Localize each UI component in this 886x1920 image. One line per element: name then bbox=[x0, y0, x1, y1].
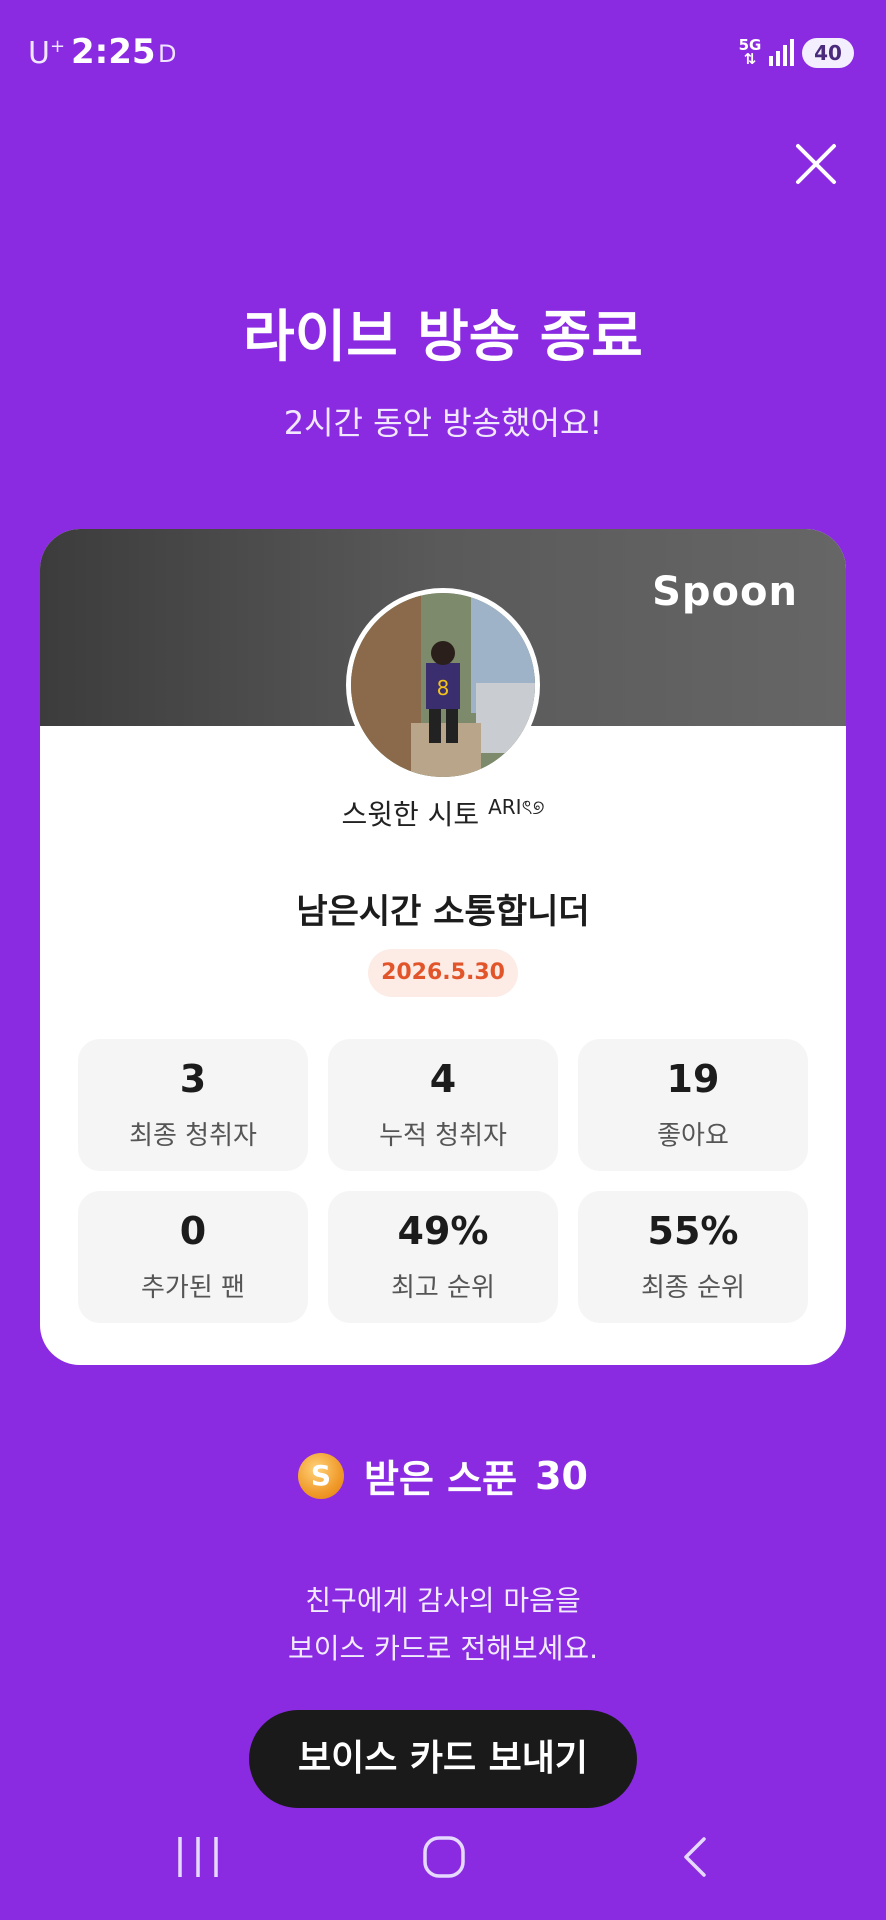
date-badge: 2026.5.30 bbox=[368, 949, 518, 997]
status-bar: U+ 2:25 D 5G ⇅ 40 bbox=[0, 0, 886, 108]
stat-value: 3 bbox=[179, 1057, 207, 1101]
spoon-logo: Spoon bbox=[652, 569, 798, 615]
thanks-line-1: 친구에게 감사의 마음을 bbox=[305, 1584, 581, 1617]
host-nickname: 스윗한 시토 ARIৎ୭ bbox=[341, 795, 545, 831]
signal-icon bbox=[769, 39, 794, 66]
svg-text:8: 8 bbox=[437, 676, 450, 700]
stat-value: 19 bbox=[666, 1057, 720, 1101]
thanks-message: 친구에게 감사의 마음을 보이스 카드로 전해보세요. bbox=[0, 1577, 886, 1673]
carrier-label: U+ bbox=[28, 36, 66, 71]
stat-label: 최고 순위 bbox=[391, 1273, 495, 1303]
live-title: 남은시간 소통합니더 bbox=[296, 892, 590, 932]
stat-total-listeners: 4 누적 청취자 bbox=[328, 1039, 558, 1171]
stat-best-rank: 49% 최고 순위 bbox=[328, 1191, 558, 1323]
stat-value: 55% bbox=[647, 1209, 739, 1253]
received-spoons: S 받은 스푼 30 bbox=[0, 1448, 886, 1503]
dnd-indicator: D bbox=[158, 40, 177, 68]
stat-final-rank: 55% 최종 순위 bbox=[578, 1191, 808, 1323]
stat-final-listeners: 3 최종 청취자 bbox=[78, 1039, 308, 1171]
avatar: 8 bbox=[346, 588, 540, 782]
stat-label: 최종 청취자 bbox=[129, 1121, 257, 1151]
broadcast-summary-card: Spoon 8 스윗한 시토 ARIৎ୭ 남은시간 소통합니더 2026.5.3… bbox=[40, 529, 846, 1365]
broadcast-duration: 2시간 동안 방송했어요! bbox=[283, 404, 603, 442]
stat-new-fans: 0 추가된 팬 bbox=[78, 1191, 308, 1323]
home-icon[interactable] bbox=[422, 1835, 466, 1879]
stats-grid: 3 최종 청취자 4 누적 청취자 19 좋아요 0 추가된 팬 49% 최고 … bbox=[78, 1039, 810, 1323]
status-time: 2:25 bbox=[71, 32, 156, 72]
stat-value: 4 bbox=[429, 1057, 457, 1101]
stat-likes: 19 좋아요 bbox=[578, 1039, 808, 1171]
back-icon[interactable] bbox=[674, 1835, 718, 1879]
page-title: 라이브 방송 종료 bbox=[243, 305, 643, 370]
network-5g-icon: 5G ⇅ bbox=[738, 36, 762, 68]
stat-label: 최종 순위 bbox=[641, 1273, 745, 1303]
stat-label: 누적 청취자 bbox=[379, 1121, 507, 1151]
send-voice-card-button[interactable]: 보이스 카드 보내기 bbox=[249, 1710, 637, 1808]
stat-value: 49% bbox=[397, 1209, 489, 1253]
close-icon[interactable] bbox=[792, 140, 840, 188]
stat-label: 좋아요 bbox=[657, 1121, 729, 1151]
avatar-photo: 8 bbox=[351, 593, 535, 777]
spoon-count: 30 bbox=[535, 1453, 588, 1498]
stat-value: 0 bbox=[179, 1209, 207, 1253]
stat-label: 추가된 팬 bbox=[141, 1273, 245, 1303]
recent-apps-icon[interactable] bbox=[176, 1835, 220, 1879]
battery-icon: 40 bbox=[802, 38, 854, 68]
spoon-coin-icon: S bbox=[298, 1452, 345, 1499]
system-nav-bar bbox=[0, 1820, 886, 1920]
thanks-line-2: 보이스 카드로 전해보세요. bbox=[287, 1632, 599, 1665]
spoon-label: 받은 스푼 bbox=[364, 1457, 518, 1501]
